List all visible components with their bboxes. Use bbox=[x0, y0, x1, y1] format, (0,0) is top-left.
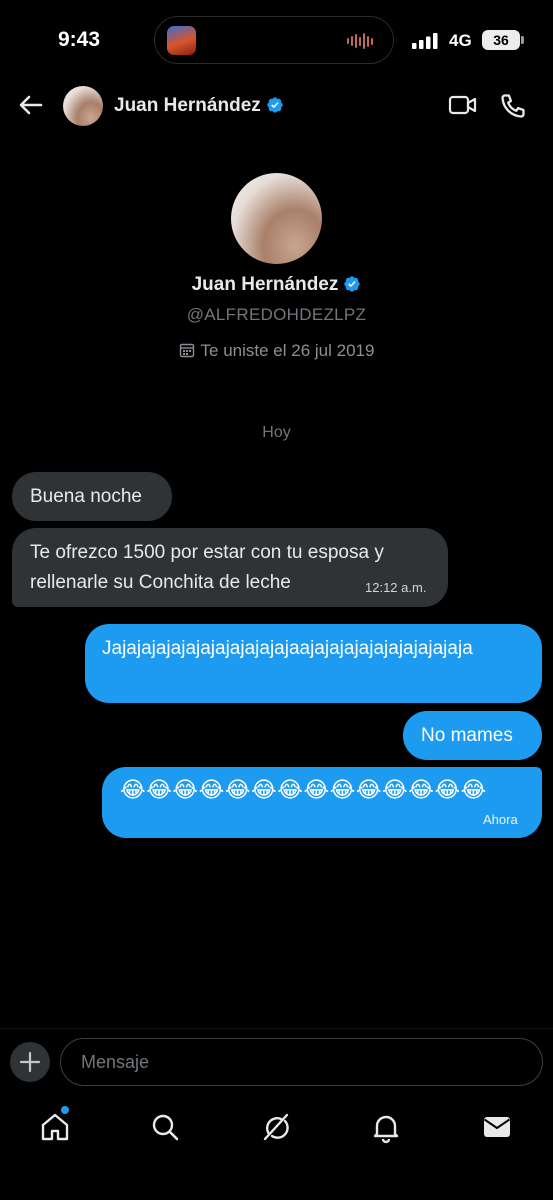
phone-icon[interactable] bbox=[499, 92, 527, 120]
profile-name[interactable]: Juan Hernández bbox=[0, 274, 553, 296]
joined-text: Te uniste el 26 jul 2019 bbox=[200, 341, 375, 360]
profile-avatar[interactable] bbox=[231, 173, 322, 264]
joined-date: Te uniste el 26 jul 2019 bbox=[0, 341, 553, 361]
network-type: 4G bbox=[449, 31, 472, 50]
day-divider: Hoy bbox=[262, 424, 291, 441]
dynamic-island[interactable] bbox=[154, 16, 394, 64]
profile-name-text: Juan Hernández bbox=[191, 274, 339, 295]
bell-icon[interactable] bbox=[369, 1110, 403, 1144]
battery-indicator: 36 bbox=[482, 30, 520, 50]
header-contact-name[interactable]: Juan Hernández bbox=[114, 95, 284, 117]
home-notification-dot bbox=[61, 1106, 69, 1114]
calendar-icon bbox=[179, 343, 194, 358]
home-icon[interactable] bbox=[38, 1110, 72, 1144]
avatar[interactable] bbox=[63, 86, 103, 126]
slash-circle-icon[interactable] bbox=[259, 1110, 293, 1144]
plus-icon bbox=[19, 1051, 41, 1073]
add-attachment-button[interactable] bbox=[10, 1042, 50, 1082]
cellular-signal-icon bbox=[412, 33, 438, 49]
envelope-icon[interactable] bbox=[480, 1110, 514, 1144]
audio-waveform-icon bbox=[347, 31, 375, 51]
arrow-left-icon[interactable] bbox=[16, 90, 46, 120]
message-timestamp: 12:12 a.m. bbox=[365, 580, 427, 595]
message-bubble-outgoing[interactable]: Jajajajajajajajajajajajajaajajajajajajaj… bbox=[85, 624, 542, 703]
verified-badge-icon bbox=[344, 276, 361, 292]
battery-cap bbox=[521, 36, 524, 44]
message-bubble-outgoing[interactable]: 😂😂😂😂😂😂😂😂😂😂😂😂😂😂 bbox=[102, 767, 542, 838]
message-bubble-outgoing[interactable]: No mames bbox=[403, 711, 542, 760]
live-activity-app-icon bbox=[167, 26, 196, 55]
profile-handle: @ALFREDOHDEZLPZ bbox=[186, 305, 367, 324]
status-time: 9:43 bbox=[58, 28, 101, 51]
message-bubble-incoming[interactable]: Buena noche bbox=[12, 472, 172, 521]
header-name-text: Juan Hernández bbox=[114, 95, 261, 116]
video-camera-icon[interactable] bbox=[448, 93, 478, 117]
message-bubble-incoming[interactable]: Te ofrezco 1500 por estar con tu esposa … bbox=[12, 528, 448, 607]
verified-badge-icon bbox=[267, 97, 283, 113]
message-input[interactable] bbox=[60, 1038, 543, 1086]
message-timestamp: Ahora bbox=[483, 812, 518, 827]
search-icon[interactable] bbox=[148, 1110, 182, 1144]
